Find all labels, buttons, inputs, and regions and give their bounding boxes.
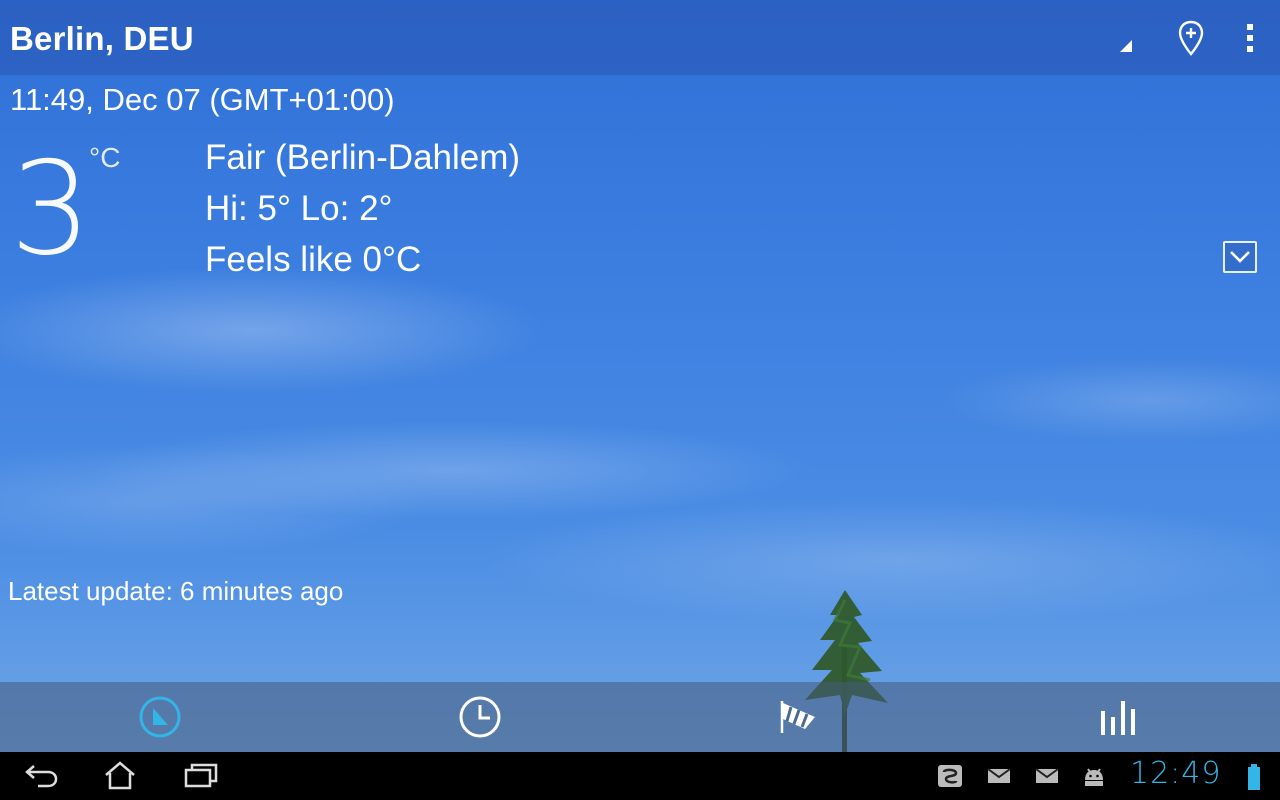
chevron-down-icon [1230,251,1250,263]
windsock-icon [780,701,815,733]
temperature-unit: °C [89,142,121,173]
condition-text: Fair (Berlin-Dahlem) [205,138,521,177]
compass-icon [139,696,181,738]
latest-update-text: Latest update: 6 minutes ago [8,576,344,606]
expand-details-button[interactable] [1223,241,1257,273]
back-icon[interactable] [22,760,62,792]
add-location-icon[interactable] [1176,20,1206,56]
feels-like-text: Feels like 0°C [205,240,422,279]
bottom-tab-bar [0,682,1280,752]
tab-current-conditions[interactable] [0,682,320,752]
email-icon[interactable] [1033,764,1061,788]
email-icon[interactable] [985,764,1013,788]
signal-icon [1120,40,1132,52]
current-temperature: 3 [10,135,92,284]
clock-icon [459,696,501,738]
app-notification-icon[interactable] [936,764,964,788]
android-icon[interactable] [1080,764,1108,788]
tab-charts[interactable] [960,682,1280,752]
tab-wind[interactable] [640,682,960,752]
overflow-menu-icon[interactable] [1240,22,1260,54]
local-datetime: 11:49, Dec 07 (GMT+01:00) [10,82,395,117]
system-navigation-bar: 12:49 [0,752,1280,800]
action-bar: Berlin, DEU [0,0,1280,75]
system-clock[interactable]: 12:49 [1130,756,1221,791]
battery-icon [1248,764,1260,790]
home-icon[interactable] [100,760,140,792]
bar-chart-icon [1101,701,1135,735]
tab-hourly[interactable] [320,682,640,752]
recent-apps-icon[interactable] [182,760,222,792]
hi-lo-text: Hi: 5° Lo: 2° [205,189,393,228]
city-title[interactable]: Berlin, DEU [10,20,194,58]
